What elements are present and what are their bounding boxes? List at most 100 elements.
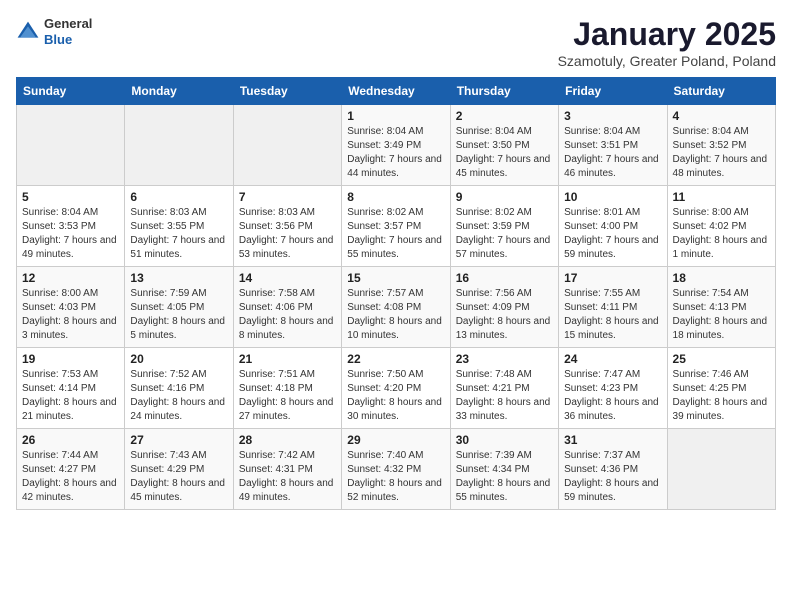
weekday-header-row: SundayMondayTuesdayWednesdayThursdayFrid…	[17, 78, 776, 105]
calendar-cell: 11Sunrise: 8:00 AM Sunset: 4:02 PM Dayli…	[667, 186, 775, 267]
calendar-cell: 5Sunrise: 8:04 AM Sunset: 3:53 PM Daylig…	[17, 186, 125, 267]
day-number: 25	[673, 352, 770, 366]
day-info: Sunrise: 7:46 AM Sunset: 4:25 PM Dayligh…	[673, 368, 770, 424]
day-number: 15	[347, 271, 444, 285]
calendar-cell: 23 Sunrise: 7:48 AM Sunset: 4:21 PM Dayli…	[450, 348, 558, 429]
calendar-cell: 1 Sunrise: 8:04 AM Sunset: 3:49 PM Daylig…	[342, 105, 450, 186]
day-number: 8	[347, 190, 444, 204]
day-number: 22	[347, 352, 444, 366]
calendar-cell: 7Sunrise: 8:03 AM Sunset: 3:56 PM Daylig…	[233, 186, 341, 267]
calendar-cell	[17, 105, 125, 186]
day-number: 17	[564, 271, 661, 285]
day-info: Sunrise: 8:04 AM Sunset: 3:52 PM Dayligh…	[673, 125, 770, 181]
day-info: Sunrise: 7:39 AM Sunset: 4:34 PM Dayligh…	[456, 449, 553, 505]
logo-blue-text: Blue	[44, 32, 92, 48]
day-number: 12	[22, 271, 119, 285]
day-info: Sunrise: 8:00 AM Sunset: 4:03 PM Dayligh…	[22, 287, 119, 343]
week-row-2: 5Sunrise: 8:04 AM Sunset: 3:53 PM Daylig…	[17, 186, 776, 267]
day-info: Sunrise: 7:52 AM Sunset: 4:16 PM Dayligh…	[130, 368, 227, 424]
title-area: January 2025 Szamotuly, Greater Poland, …	[558, 16, 776, 69]
day-info: Sunrise: 7:48 AM Sunset: 4:21 PM Dayligh…	[456, 368, 553, 424]
weekday-monday: Monday	[125, 78, 233, 105]
weekday-tuesday: Tuesday	[233, 78, 341, 105]
day-number: 29	[347, 433, 444, 447]
calendar-cell	[233, 105, 341, 186]
calendar-cell: 27Sunrise: 7:43 AM Sunset: 4:29 PM Dayli…	[125, 429, 233, 510]
logo: General Blue	[16, 16, 92, 47]
day-info: Sunrise: 7:58 AM Sunset: 4:06 PM Dayligh…	[239, 287, 336, 343]
week-row-3: 12 Sunrise: 8:00 AM Sunset: 4:03 PM Dayli…	[17, 267, 776, 348]
day-info: Sunrise: 8:04 AM Sunset: 3:49 PM Dayligh…	[347, 125, 444, 181]
calendar-body: 1 Sunrise: 8:04 AM Sunset: 3:49 PM Daylig…	[17, 105, 776, 510]
day-number: 14	[239, 271, 336, 285]
day-number: 6	[130, 190, 227, 204]
calendar-cell: 9 Sunrise: 8:02 AM Sunset: 3:59 PM Daylig…	[450, 186, 558, 267]
day-number: 4	[673, 109, 770, 123]
day-info: Sunrise: 7:43 AM Sunset: 4:29 PM Dayligh…	[130, 449, 227, 505]
day-info: Sunrise: 8:03 AM Sunset: 3:55 PM Dayligh…	[130, 206, 227, 262]
day-number: 1	[347, 109, 444, 123]
day-number: 26	[22, 433, 119, 447]
weekday-wednesday: Wednesday	[342, 78, 450, 105]
calendar-cell: 25 Sunrise: 7:46 AM Sunset: 4:25 PM Dayli…	[667, 348, 775, 429]
day-info: Sunrise: 7:42 AM Sunset: 4:31 PM Dayligh…	[239, 449, 336, 505]
location-subtitle: Szamotuly, Greater Poland, Poland	[558, 53, 776, 69]
calendar-cell: 6 Sunrise: 8:03 AM Sunset: 3:55 PM Daylig…	[125, 186, 233, 267]
day-number: 31	[564, 433, 661, 447]
calendar-cell: 12 Sunrise: 8:00 AM Sunset: 4:03 PM Dayli…	[17, 267, 125, 348]
calendar-table: SundayMondayTuesdayWednesdayThursdayFrid…	[16, 77, 776, 510]
day-number: 20	[130, 352, 227, 366]
calendar-cell: 4 Sunrise: 8:04 AM Sunset: 3:52 PM Daylig…	[667, 105, 775, 186]
calendar-header: SundayMondayTuesdayWednesdayThursdayFrid…	[17, 78, 776, 105]
week-row-5: 26 Sunrise: 7:44 AM Sunset: 4:27 PM Dayli…	[17, 429, 776, 510]
day-number: 7	[239, 190, 336, 204]
calendar-cell: 10Sunrise: 8:01 AM Sunset: 4:00 PM Dayli…	[559, 186, 667, 267]
calendar-cell: 3 Sunrise: 8:04 AM Sunset: 3:51 PM Daylig…	[559, 105, 667, 186]
calendar-cell	[667, 429, 775, 510]
day-info: Sunrise: 8:04 AM Sunset: 3:53 PM Dayligh…	[22, 206, 119, 262]
day-number: 24	[564, 352, 661, 366]
day-info: Sunrise: 8:04 AM Sunset: 3:50 PM Dayligh…	[456, 125, 553, 181]
calendar-cell: 2 Sunrise: 8:04 AM Sunset: 3:50 PM Daylig…	[450, 105, 558, 186]
day-number: 2	[456, 109, 553, 123]
day-number: 18	[673, 271, 770, 285]
weekday-saturday: Saturday	[667, 78, 775, 105]
calendar-cell: 26 Sunrise: 7:44 AM Sunset: 4:27 PM Dayli…	[17, 429, 125, 510]
day-number: 19	[22, 352, 119, 366]
calendar-cell: 31 Sunrise: 7:37 AM Sunset: 4:36 PM Dayli…	[559, 429, 667, 510]
logo-text: General Blue	[44, 16, 92, 47]
day-number: 11	[673, 190, 770, 204]
calendar-cell: 16Sunrise: 7:56 AM Sunset: 4:09 PM Dayli…	[450, 267, 558, 348]
calendar-cell: 17Sunrise: 7:55 AM Sunset: 4:11 PM Dayli…	[559, 267, 667, 348]
day-number: 3	[564, 109, 661, 123]
day-info: Sunrise: 7:56 AM Sunset: 4:09 PM Dayligh…	[456, 287, 553, 343]
day-info: Sunrise: 7:44 AM Sunset: 4:27 PM Dayligh…	[22, 449, 119, 505]
week-row-1: 1 Sunrise: 8:04 AM Sunset: 3:49 PM Daylig…	[17, 105, 776, 186]
day-info: Sunrise: 8:02 AM Sunset: 3:57 PM Dayligh…	[347, 206, 444, 262]
calendar-cell: 14 Sunrise: 7:58 AM Sunset: 4:06 PM Dayli…	[233, 267, 341, 348]
calendar-cell: 20 Sunrise: 7:52 AM Sunset: 4:16 PM Dayli…	[125, 348, 233, 429]
month-title: January 2025	[558, 16, 776, 53]
day-info: Sunrise: 7:37 AM Sunset: 4:36 PM Dayligh…	[564, 449, 661, 505]
day-info: Sunrise: 8:04 AM Sunset: 3:51 PM Dayligh…	[564, 125, 661, 181]
weekday-friday: Friday	[559, 78, 667, 105]
calendar-cell: 24 Sunrise: 7:47 AM Sunset: 4:23 PM Dayli…	[559, 348, 667, 429]
logo-general-text: General	[44, 16, 92, 32]
day-number: 9	[456, 190, 553, 204]
calendar-cell: 28 Sunrise: 7:42 AM Sunset: 4:31 PM Dayli…	[233, 429, 341, 510]
calendar-cell: 19 Sunrise: 7:53 AM Sunset: 4:14 PM Dayli…	[17, 348, 125, 429]
calendar-cell: 21Sunrise: 7:51 AM Sunset: 4:18 PM Dayli…	[233, 348, 341, 429]
day-info: Sunrise: 8:02 AM Sunset: 3:59 PM Dayligh…	[456, 206, 553, 262]
logo-icon	[16, 20, 40, 44]
page-header: General Blue January 2025 Szamotuly, Gre…	[16, 16, 776, 69]
day-info: Sunrise: 7:57 AM Sunset: 4:08 PM Dayligh…	[347, 287, 444, 343]
calendar-cell: 13Sunrise: 7:59 AM Sunset: 4:05 PM Dayli…	[125, 267, 233, 348]
day-info: Sunrise: 7:53 AM Sunset: 4:14 PM Dayligh…	[22, 368, 119, 424]
day-info: Sunrise: 7:54 AM Sunset: 4:13 PM Dayligh…	[673, 287, 770, 343]
day-number: 28	[239, 433, 336, 447]
day-info: Sunrise: 7:50 AM Sunset: 4:20 PM Dayligh…	[347, 368, 444, 424]
day-number: 23	[456, 352, 553, 366]
day-info: Sunrise: 7:47 AM Sunset: 4:23 PM Dayligh…	[564, 368, 661, 424]
calendar-cell: 29Sunrise: 7:40 AM Sunset: 4:32 PM Dayli…	[342, 429, 450, 510]
calendar-cell: 18 Sunrise: 7:54 AM Sunset: 4:13 PM Dayli…	[667, 267, 775, 348]
